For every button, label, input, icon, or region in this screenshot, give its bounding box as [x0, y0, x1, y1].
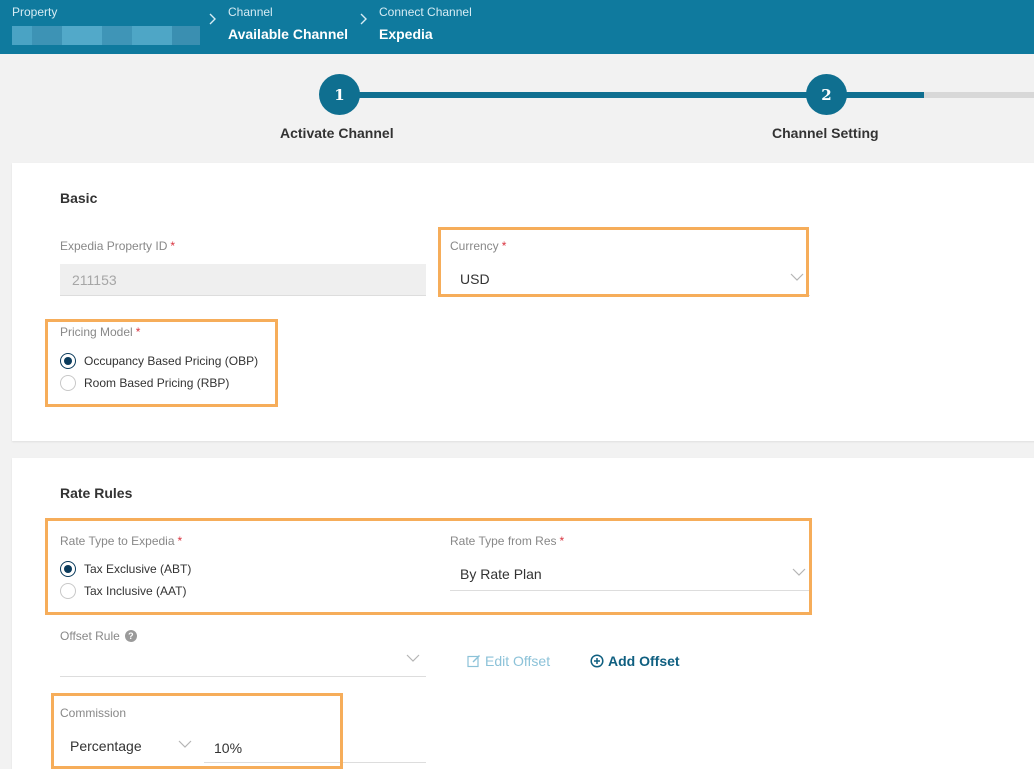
commission-highlight — [51, 693, 343, 769]
plus-circle-icon — [590, 654, 604, 668]
chevron-down-icon — [406, 654, 420, 662]
basic-card: Basic Expedia Property ID * 211153 Curren… — [12, 163, 1034, 441]
breadcrumb-connect-channel: Connect Channel Expedia — [379, 4, 472, 46]
step-1-circle[interactable]: 1 — [319, 74, 360, 115]
breadcrumb-connect-channel-value: Expedia — [379, 26, 433, 42]
chevron-right-icon — [359, 13, 368, 28]
stepper-remaining-line — [924, 92, 1034, 98]
breadcrumb-channel-key: Channel — [228, 5, 273, 19]
chevron-right-icon — [208, 13, 217, 28]
rate-rules-title: Rate Rules — [60, 485, 133, 501]
breadcrumb-property-value-redacted — [12, 26, 200, 45]
breadcrumb-property[interactable]: Property — [12, 4, 200, 45]
pricing-model-highlight — [45, 319, 278, 407]
breadcrumb-channel-value: Available Channel — [228, 26, 349, 42]
basic-title: Basic — [60, 190, 98, 206]
rate-type-highlight — [45, 518, 812, 615]
step-1-label: Activate Channel — [280, 125, 394, 141]
edit-offset-label: Edit Offset — [485, 653, 551, 669]
breadcrumb: Property Channel Available Channel Conne… — [0, 0, 1034, 54]
breadcrumb-connect-channel-key: Connect Channel — [379, 5, 472, 19]
breadcrumb-channel[interactable]: Channel Available Channel — [228, 4, 348, 46]
offset-rule-select[interactable] — [60, 645, 426, 677]
property-id-input: 211153 — [60, 264, 426, 296]
add-offset-label: Add Offset — [608, 653, 680, 669]
currency-highlight — [438, 227, 809, 297]
add-offset-button[interactable]: Add Offset — [590, 653, 680, 669]
help-icon[interactable]: ? — [124, 630, 137, 642]
edit-icon — [467, 655, 480, 668]
edit-offset-button[interactable]: Edit Offset — [467, 653, 550, 669]
breadcrumb-property-key: Property — [12, 5, 58, 19]
rate-rules-card: Rate Rules Rate Type to Expedia * Tax Exc… — [12, 458, 1034, 769]
step-2-circle[interactable]: 2 — [806, 74, 847, 115]
property-id-label: Expedia Property ID * — [60, 239, 176, 253]
offset-rule-label: Offset Rule? — [60, 629, 137, 643]
step-2-label: Channel Setting — [772, 125, 879, 141]
